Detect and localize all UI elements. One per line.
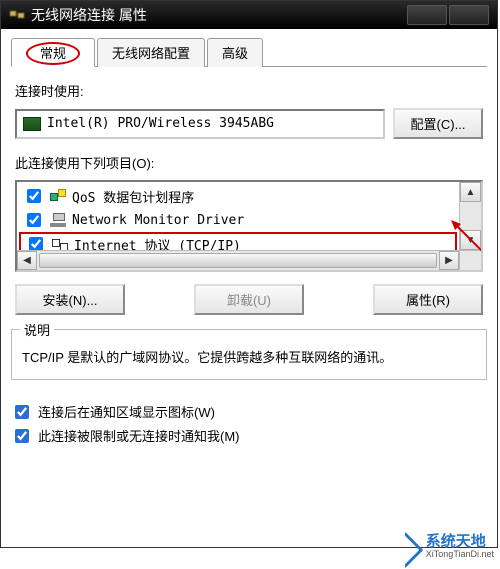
client-area: 常规 无线网络配置 高级 连接时使用: Intel(R) PRO/Wireles…: [1, 29, 497, 547]
item-checkbox[interactable]: [27, 213, 41, 227]
list-item[interactable]: QoS 数据包计划程序: [23, 184, 453, 208]
horizontal-scrollbar[interactable]: ◀ ▶: [17, 250, 459, 270]
item-label: QoS 数据包计划程序: [72, 187, 194, 206]
notify-limited-label: 此连接被限制或无连接时通知我(M): [38, 426, 240, 445]
window-title: 无线网络连接 属性: [31, 5, 147, 25]
tcpip-icon: [52, 237, 68, 251]
properties-window: 无线网络连接 属性 常规 无线网络配置 高级 连接时使用: Intel(R) P…: [0, 0, 498, 548]
titlebar[interactable]: 无线网络连接 属性: [1, 1, 497, 29]
tab-advanced-label: 高级: [222, 46, 248, 61]
items-listbox[interactable]: QoS 数据包计划程序 Network Monitor Driver Inter…: [15, 180, 483, 272]
item-buttons: 安装(N)... 卸载(U) 属性(R): [15, 284, 483, 315]
items-section: 此连接使用下列项目(O): QoS 数据包计划程序 Network Monito…: [15, 153, 483, 315]
configure-button[interactable]: 配置(C)...: [393, 108, 483, 139]
description-group: 说明 TCP/IP 是默认的广域网协议。它提供跨越多种互联网络的通讯。: [11, 329, 487, 380]
watermark-logo-icon: [390, 531, 422, 563]
uninstall-button[interactable]: 卸载(U): [194, 284, 304, 315]
tab-wireless-label: 无线网络配置: [112, 46, 190, 61]
window-controls: [405, 5, 489, 25]
vertical-scrollbar[interactable]: ▲ ▼: [459, 182, 481, 250]
notify-limited-checkbox[interactable]: [15, 429, 29, 443]
nic-icon: [23, 117, 41, 131]
item-properties-button[interactable]: 属性(R): [373, 284, 483, 315]
install-button[interactable]: 安装(N)...: [15, 284, 125, 315]
adapter-name-box: Intel(R) PRO/Wireless 3945ABG: [15, 109, 385, 139]
watermark-cn: 系统天地: [426, 534, 494, 551]
watermark-en: XiTongTianDi.net: [426, 550, 494, 560]
help-button[interactable]: [407, 5, 447, 25]
notify-limited-option[interactable]: 此连接被限制或无连接时通知我(M): [11, 426, 487, 446]
item-checkbox[interactable]: [27, 189, 41, 203]
show-icon-option[interactable]: 连接后在通知区域显示图标(W): [11, 402, 487, 422]
watermark: 系统天地 XiTongTianDi.net: [390, 531, 494, 563]
scroll-up-button[interactable]: ▲: [460, 182, 481, 202]
tab-strip: 常规 无线网络配置 高级: [11, 37, 487, 67]
close-button[interactable]: [449, 5, 489, 25]
description-text: TCP/IP 是默认的广域网协议。它提供跨越多种互联网络的通讯。: [22, 348, 476, 369]
tab-advanced[interactable]: 高级: [207, 38, 263, 67]
scroll-thumb[interactable]: [39, 253, 437, 268]
adapter-name: Intel(R) PRO/Wireless 3945ABG: [47, 116, 274, 131]
scroll-left-button[interactable]: ◀: [17, 251, 37, 270]
description-legend: 说明: [20, 320, 54, 339]
items-label: 此连接使用下列项目(O):: [15, 153, 483, 172]
tab-general[interactable]: 常规: [11, 38, 95, 67]
scroll-corner: [459, 250, 481, 270]
list-item[interactable]: Network Monitor Driver: [23, 208, 453, 232]
window-icon: [9, 7, 25, 23]
show-icon-label: 连接后在通知区域显示图标(W): [38, 402, 215, 421]
netmon-icon: [50, 213, 66, 227]
scroll-right-button[interactable]: ▶: [439, 251, 459, 270]
item-checkbox[interactable]: [29, 237, 43, 251]
adapter-section: 连接时使用: Intel(R) PRO/Wireless 3945ABG 配置(…: [15, 81, 483, 139]
show-icon-checkbox[interactable]: [15, 405, 29, 419]
options-section: 连接后在通知区域显示图标(W) 此连接被限制或无连接时通知我(M): [11, 402, 487, 446]
item-label: Network Monitor Driver: [72, 213, 244, 228]
scroll-down-button[interactable]: ▼: [460, 230, 481, 250]
tab-general-label: 常规: [26, 42, 80, 65]
adapter-label: 连接时使用:: [15, 81, 483, 100]
tab-wireless[interactable]: 无线网络配置: [97, 38, 205, 67]
qos-icon: [50, 189, 66, 203]
